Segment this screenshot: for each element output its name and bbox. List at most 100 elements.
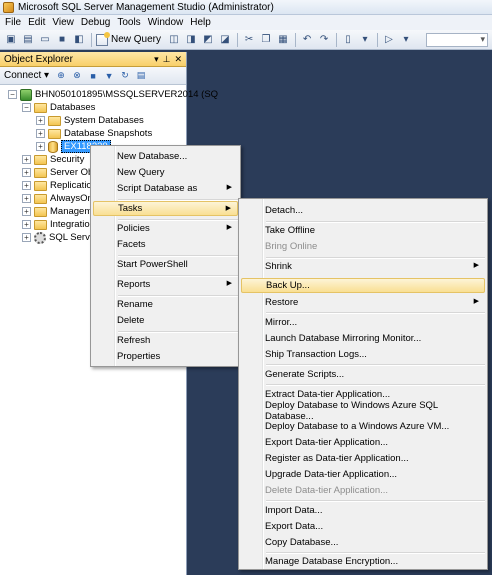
disconnect-icon[interactable]: ⊗ xyxy=(71,70,83,82)
menu-item-generate-scripts[interactable]: Generate Scripts... xyxy=(241,367,485,382)
expand-icon[interactable]: + xyxy=(22,220,31,229)
db-engine-query-icon[interactable]: ◫ xyxy=(167,33,181,47)
cut-icon[interactable]: ✂ xyxy=(242,33,256,47)
menu-item-deploy-azure-sql[interactable]: Deploy Database to Windows Azure SQL Dat… xyxy=(241,400,485,422)
menu-item-manage-encryption[interactable]: Manage Database Encryption... xyxy=(241,554,485,569)
menu-item-import-data[interactable]: Import Data... xyxy=(241,503,485,518)
menu-item-detach[interactable]: Detach... xyxy=(241,203,485,218)
menu-separator xyxy=(266,364,485,366)
solution-combo[interactable] xyxy=(426,33,488,47)
menu-item-mirror[interactable]: Mirror... xyxy=(241,315,485,330)
expand-icon[interactable]: + xyxy=(22,194,31,203)
tree-node-integration[interactable]: + Integration xyxy=(22,218,95,231)
activity-monitor-icon[interactable]: ▤ xyxy=(135,70,147,82)
connect-object-icon[interactable]: ⊕ xyxy=(55,70,67,82)
tree-node-management[interactable]: + Manageme xyxy=(22,205,98,218)
mdx-query-icon[interactable]: ◩ xyxy=(201,33,215,47)
tree-node-replication[interactable]: + Replication xyxy=(22,179,97,192)
menu-item-label: Shrink xyxy=(265,261,292,272)
tree-node-server[interactable]: − BHN050101895\MSSQLSERVER2014 (SQ xyxy=(8,88,218,101)
undo-icon[interactable]: ↶ xyxy=(300,33,314,47)
menu-item-take-offline[interactable]: Take Offline xyxy=(241,223,485,238)
copy-icon[interactable]: ❐ xyxy=(259,33,273,47)
collapse-icon[interactable]: − xyxy=(22,103,31,112)
menu-item-refresh[interactable]: Refresh xyxy=(93,333,238,348)
dmx-query-icon[interactable]: ◪ xyxy=(218,33,232,47)
expand-icon[interactable]: + xyxy=(36,129,45,138)
connect-button[interactable]: Connect ▾ xyxy=(4,70,49,81)
menu-file[interactable]: File xyxy=(3,17,26,28)
tree-node-agent[interactable]: + SQL Server xyxy=(22,231,98,244)
pin-icon[interactable]: ⊥ xyxy=(163,54,171,65)
menu-item-restore[interactable]: Restore ▶ xyxy=(241,295,485,310)
open-file-icon[interactable]: ▭ xyxy=(38,33,52,47)
navigate-icon[interactable]: ▯ xyxy=(341,33,355,47)
menu-item-properties[interactable]: Properties xyxy=(93,349,238,364)
new-project-icon[interactable]: ▣ xyxy=(4,33,18,47)
menu-item-register-dac[interactable]: Register as Data-tier Application... xyxy=(241,451,485,466)
expand-icon[interactable]: + xyxy=(36,142,45,151)
expand-icon[interactable]: + xyxy=(22,155,31,164)
menu-item-reports[interactable]: Reports ▶ xyxy=(93,277,238,292)
tree-node-system-databases[interactable]: + System Databases xyxy=(36,114,144,127)
add-item-icon[interactable]: ▤ xyxy=(21,33,35,47)
menu-item-export-data[interactable]: Export Data... xyxy=(241,519,485,534)
menu-edit[interactable]: Edit xyxy=(26,17,50,28)
toolbar-separator xyxy=(237,32,239,47)
close-icon[interactable]: ✕ xyxy=(174,54,182,65)
menu-window[interactable]: Window xyxy=(146,17,189,28)
menu-item-rename[interactable]: Rename xyxy=(93,297,238,312)
collapse-icon[interactable]: − xyxy=(8,90,17,99)
menu-item-label: Rename xyxy=(117,299,153,310)
dropdown-icon[interactable]: ▾ xyxy=(154,54,159,65)
new-query-button[interactable]: New Query xyxy=(96,31,161,46)
paste-icon[interactable]: ▦ xyxy=(276,33,290,47)
solution-config-icon[interactable]: ▾ xyxy=(399,33,413,47)
tree-node-database-snapshots[interactable]: + Database Snapshots xyxy=(36,127,152,140)
tree-node-server-objects[interactable]: + Server Obje xyxy=(22,166,101,179)
analysis-query-icon[interactable]: ◨ xyxy=(184,33,198,47)
menu-item-copy-database[interactable]: Copy Database... xyxy=(241,535,485,550)
toolbar-options-icon[interactable]: ▾ xyxy=(358,33,372,47)
window-title: Microsoft SQL Server Management Studio (… xyxy=(18,1,274,13)
expand-icon[interactable]: + xyxy=(22,207,31,216)
menu-item-start-powershell[interactable]: Start PowerShell xyxy=(93,257,238,272)
tree-node-databases[interactable]: − Databases xyxy=(22,101,95,114)
menu-item-ship-transaction-logs[interactable]: Ship Transaction Logs... xyxy=(241,347,485,362)
menu-item-shrink[interactable]: Shrink ▶ xyxy=(241,259,485,274)
refresh-icon[interactable]: ↻ xyxy=(119,70,131,82)
menu-debug[interactable]: Debug xyxy=(79,17,115,28)
tree-node-security[interactable]: + Security xyxy=(22,153,84,166)
expand-icon[interactable]: + xyxy=(22,181,31,190)
menu-item-tasks[interactable]: Tasks ▶ xyxy=(93,201,238,216)
filter-icon[interactable]: ▼ xyxy=(103,70,115,82)
menu-item-script-database-as[interactable]: Script Database as ▶ xyxy=(93,181,238,196)
menu-item-export-dac[interactable]: Export Data-tier Application... xyxy=(241,435,485,450)
redo-icon[interactable]: ↷ xyxy=(317,33,331,47)
menu-item-policies[interactable]: Policies ▶ xyxy=(93,221,238,236)
menu-separator xyxy=(266,221,485,223)
menu-help[interactable]: Help xyxy=(188,17,216,28)
save-all-icon[interactable]: ◧ xyxy=(72,33,86,47)
expand-icon[interactable]: + xyxy=(36,116,45,125)
toolbar-separator xyxy=(377,32,379,47)
menu-item-deploy-azure-vm[interactable]: Deploy Database to a Windows Azure VM... xyxy=(241,419,485,434)
menu-view[interactable]: View xyxy=(50,17,79,28)
menu-item-back-up[interactable]: Back Up... xyxy=(241,278,485,293)
debug-start-icon[interactable]: ▷ xyxy=(382,33,396,47)
menu-item-upgrade-dac[interactable]: Upgrade Data-tier Application... xyxy=(241,467,485,482)
expand-icon[interactable]: + xyxy=(22,168,31,177)
tree-node-alwayson[interactable]: + AlwaysOn xyxy=(22,192,93,205)
menu-item-new-query[interactable]: New Query xyxy=(93,165,238,180)
menu-item-launch-mirroring-monitor[interactable]: Launch Database Mirroring Monitor... xyxy=(241,331,485,346)
menu-item-facets[interactable]: Facets xyxy=(93,237,238,252)
menu-item-new-database[interactable]: New Database... xyxy=(93,149,238,164)
expand-icon[interactable]: + xyxy=(22,233,31,242)
menu-item-delete[interactable]: Delete xyxy=(93,313,238,328)
agent-icon xyxy=(34,231,46,244)
menu-item-label: Tasks xyxy=(118,203,143,214)
folder-icon xyxy=(48,128,61,139)
menu-tools[interactable]: Tools xyxy=(115,17,145,28)
stop-icon[interactable]: ■ xyxy=(87,70,99,82)
save-icon[interactable]: ■ xyxy=(55,33,69,47)
